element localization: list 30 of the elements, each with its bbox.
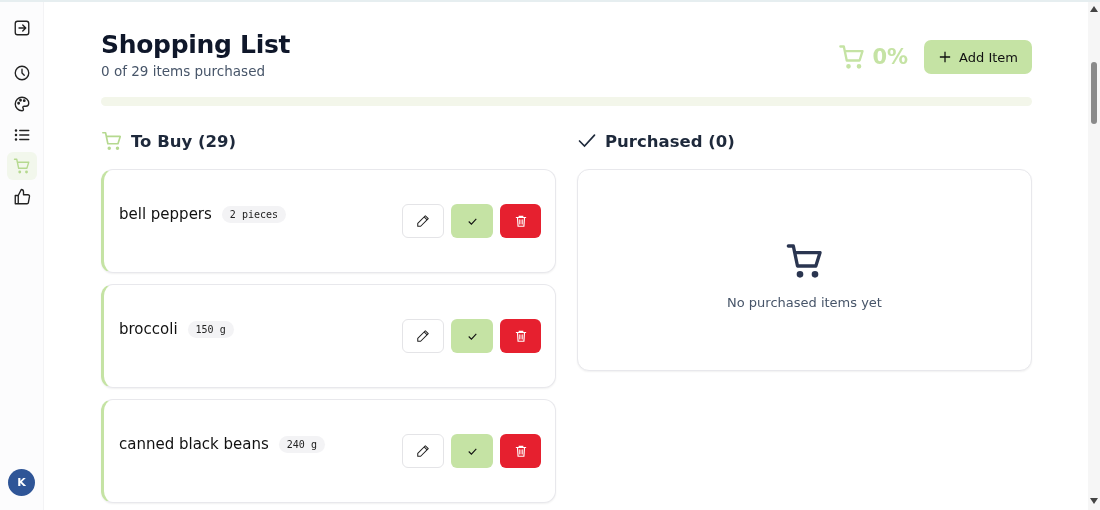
edit-button[interactable]: [402, 204, 444, 238]
edit-button[interactable]: [402, 434, 444, 468]
pencil-icon: [416, 214, 430, 228]
cart-icon: [101, 130, 123, 152]
delete-button[interactable]: [500, 434, 541, 468]
item-name: bell peppers: [119, 205, 212, 223]
delete-button[interactable]: [500, 204, 541, 238]
quantity-tag: 2 pieces: [221, 205, 287, 223]
item-name: broccoli: [119, 320, 178, 338]
edit-button[interactable]: [402, 319, 444, 353]
pencil-icon: [416, 329, 430, 343]
item-name: canned black beans: [119, 435, 269, 453]
trash-icon: [513, 214, 528, 228]
trash-icon: [513, 329, 528, 343]
plus-icon: [939, 51, 952, 63]
page-title: Shopping List: [101, 30, 291, 59]
user-avatar[interactable]: K: [8, 469, 35, 496]
trash-icon: [513, 444, 528, 458]
section-title: To Buy (29): [131, 131, 236, 151]
scrollbar[interactable]: [1088, 2, 1100, 510]
delete-button[interactable]: [500, 319, 541, 353]
quantity-tag: 150 g: [187, 320, 234, 338]
percent-complete: 0%: [872, 45, 909, 69]
empty-message: No purchased items yet: [727, 294, 882, 310]
quantity-tag: 240 g: [278, 435, 325, 453]
section-title: Purchased (0): [605, 131, 735, 151]
cart-icon: [838, 43, 867, 71]
add-item-button[interactable]: Add Item: [924, 40, 1032, 74]
pencil-icon: [416, 444, 430, 458]
purchase-count: 0 of 29 items purchased: [101, 63, 267, 79]
